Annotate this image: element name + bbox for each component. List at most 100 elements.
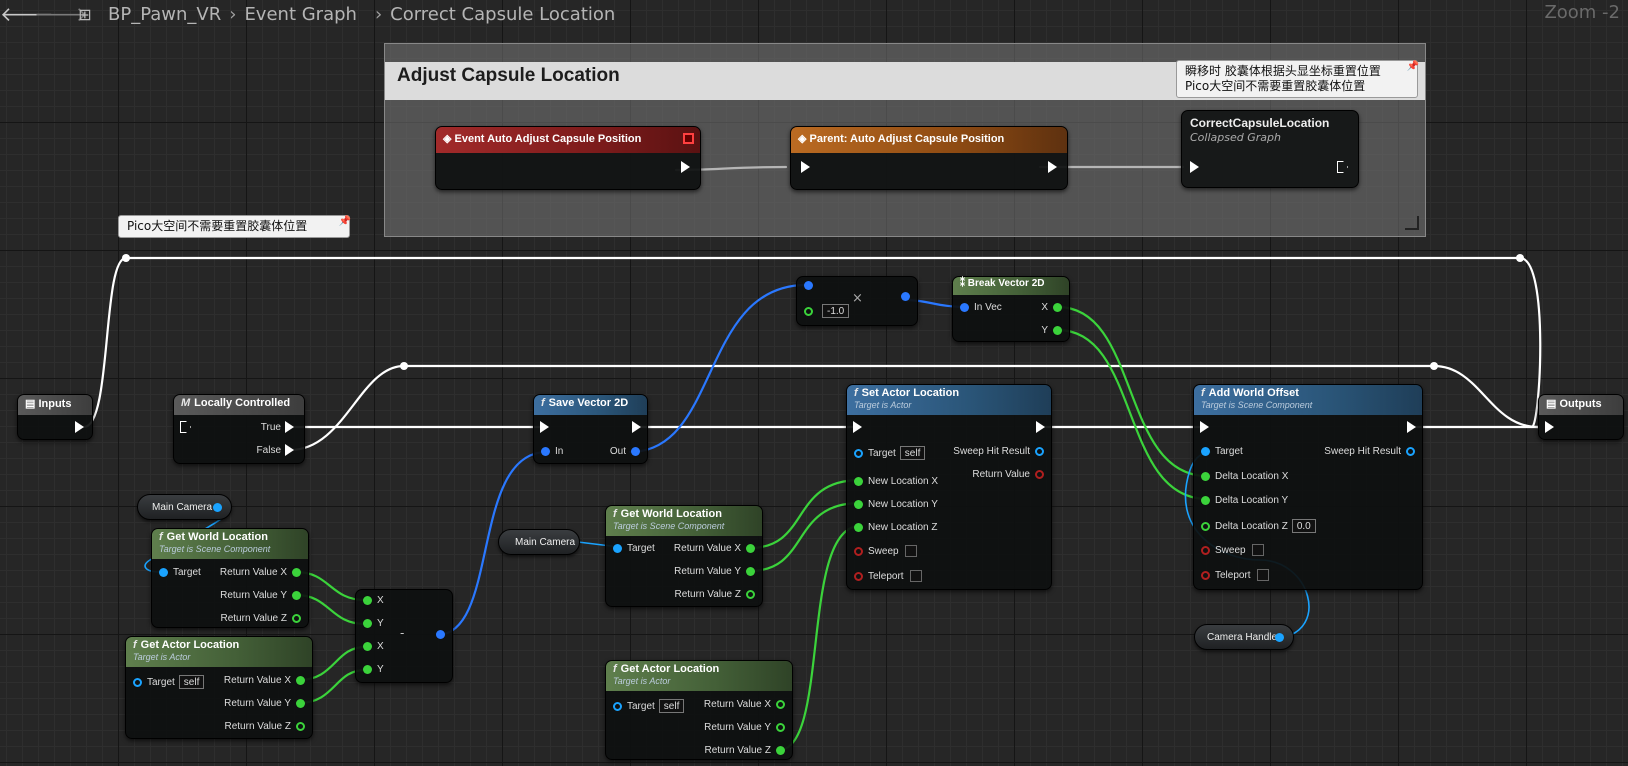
breadcrumb-blueprint[interactable]: BP_Pawn_VR [108,4,221,25]
delta-location-z-pin[interactable]: Delta Location Z 0.0 [1196,519,1316,533]
exec-in-pin[interactable] [536,421,553,433]
pin-icon[interactable]: 📌 [339,214,351,229]
exec-out-pin[interactable] [1403,421,1420,433]
exec-out-pin[interactable] [1044,161,1061,173]
new-location-z-pin[interactable]: New Location Z [849,522,937,533]
sweep-checkbox[interactable] [904,545,917,557]
teleport-checkbox[interactable] [909,570,922,582]
delta-location-x-pin[interactable]: Delta Location X [1196,471,1288,482]
set-actor-location-node[interactable]: f Set Actor Location Target is Actor Targe… [846,384,1052,590]
delta-z-value-field[interactable]: 0.0 [1291,519,1316,533]
scalar-in-pin[interactable]: -1.0 [799,304,850,318]
breadcrumb-event-graph[interactable]: Event Graph [244,4,357,25]
exec-out-pin[interactable] [628,421,645,433]
resize-handle[interactable] [1405,216,1419,230]
outputs-node[interactable]: ▤ Outputs [1538,394,1624,440]
target-pin[interactable]: Target self [128,675,205,689]
teleport-checkbox[interactable] [1256,569,1269,581]
collapsed-graph-node[interactable]: CorrectCapsuleLocation Collapsed Graph [1181,110,1359,188]
break-vector-2d-node[interactable]: ⁑ Break Vector 2D In Vec X Y [952,276,1070,342]
false-exec-pin[interactable]: False [257,444,298,456]
target-pin[interactable]: Target [1196,446,1243,457]
sweep-checkbox[interactable] [1251,544,1264,556]
sweep-hit-result-pin[interactable]: Sweep Hit Result [953,446,1049,457]
x2-pin[interactable]: X [358,641,384,652]
exec-in-pin[interactable] [1186,161,1203,173]
locally-controlled-node[interactable]: M Locally Controlled True False [173,394,305,464]
sweep-pin[interactable]: Sweep [849,545,917,557]
y-out-pin[interactable]: Y [1041,325,1067,336]
return-y-pin[interactable]: Return Value Y [674,566,760,577]
return-y-pin[interactable]: Return Value Y [224,698,310,709]
teleport-pin[interactable]: Teleport [849,570,922,582]
result-out-pin[interactable] [431,630,450,639]
y2-pin[interactable]: Y [358,664,384,675]
subtract-node[interactable]: X Y X Y - [355,589,453,683]
parent-auto-adjust-node[interactable]: ◈ Parent: Auto Adjust Capsule Position [790,126,1068,190]
exec-in-pin[interactable] [849,421,866,433]
pin-label: New Location Y [868,499,938,510]
exec-in-pin[interactable] [1541,421,1558,433]
inputs-node[interactable]: ▤ Inputs [17,394,93,440]
multiply-node[interactable]: -1.0 × [796,276,918,326]
breadcrumb-current-graph[interactable]: Correct Capsule Location [390,4,615,25]
main-camera-variable[interactable]: Main Camera [498,529,580,555]
exec-out-pin[interactable] [71,421,88,433]
true-exec-pin[interactable]: True [261,421,298,433]
new-location-y-pin[interactable]: New Location Y [849,499,938,510]
teleport-pin[interactable]: Teleport [1196,569,1269,581]
main-camera-variable[interactable]: Main Camera [137,494,232,520]
target-pin[interactable]: Target self [608,699,685,713]
return-x-pin[interactable]: Return Value X [220,567,306,578]
out-pin[interactable]: Out [610,446,645,457]
exec-out-pin[interactable] [1032,421,1049,433]
exec-out-pin[interactable] [1333,161,1352,173]
new-location-x-pin[interactable]: New Location X [849,476,938,487]
target-pin[interactable]: Target [154,567,201,578]
target-pin[interactable]: Target [608,543,655,554]
comment-bubble-reroute[interactable]: Pico大空间不需要重置胶囊体位置 📌 [118,214,351,238]
exec-out-pin[interactable] [677,161,694,173]
x-out-pin[interactable]: X [1041,302,1067,313]
camera-handle-variable[interactable]: Camera Handle [1194,624,1294,650]
comment-bubble-collapsed[interactable]: 瞬移时 胶囊体根据头显坐标重置位置 Pico大空间不需要重置胶囊体位置 📌 [1176,59,1419,98]
result-out-pin[interactable] [896,292,915,301]
exec-in-pin[interactable] [176,421,195,433]
get-world-location-node[interactable]: f Get World Location Target is Scene Compo… [151,528,309,628]
get-actor-location-node[interactable]: f Get Actor Location Target is Actor Targe… [605,660,793,760]
delegate-icon[interactable] [683,133,694,144]
add-world-offset-node[interactable]: f Add World Offset Target is Scene Compone… [1193,384,1423,590]
return-x-pin[interactable]: Return Value X [704,699,790,710]
return-y-pin[interactable]: Return Value Y [220,590,306,601]
sweep-hit-result-pin[interactable]: Sweep Hit Result [1324,446,1420,457]
forward-arrow-icon[interactable]: 🡒 [34,2,88,26]
return-z-pin[interactable]: Return Value Z [224,721,310,732]
in-vec-pin[interactable]: In Vec [955,302,1002,313]
target-value-field[interactable]: self [899,446,926,460]
scalar-value-field[interactable]: -1.0 [822,304,850,318]
return-value-pin[interactable]: Return Value [972,469,1049,480]
return-z-pin[interactable]: Return Value Z [220,613,306,624]
get-actor-location-node[interactable]: f Get Actor Location Target is Actor Targe… [125,636,313,739]
y1-pin[interactable]: Y [358,618,384,629]
return-z-pin[interactable]: Return Value Z [704,745,790,756]
exec-in-pin[interactable] [797,161,814,173]
pin-icon[interactable]: 📌 [1407,59,1419,74]
delta-location-y-pin[interactable]: Delta Location Y [1196,495,1288,506]
return-x-pin[interactable]: Return Value X [224,675,310,686]
exec-in-pin[interactable] [1196,421,1213,433]
target-value-field[interactable]: self [178,675,205,689]
return-y-pin[interactable]: Return Value Y [704,722,790,733]
return-z-pin[interactable]: Return Value Z [674,589,760,600]
target-value-field[interactable]: self [658,699,685,713]
return-x-pin[interactable]: Return Value X [674,543,760,554]
back-arrow-icon[interactable]: 🡐 [0,2,54,26]
save-vector-2d-node[interactable]: f Save Vector 2D In Out [533,394,648,464]
x1-pin[interactable]: X [358,595,384,606]
in-pin[interactable]: In [536,446,563,457]
event-auto-adjust-node[interactable]: ◈ Event Auto Adjust Capsule Position [435,126,701,190]
get-world-location-node[interactable]: f Get World Location Target is Scene Compo… [605,505,763,607]
vector-in-pin[interactable] [799,281,818,290]
sweep-pin[interactable]: Sweep [1196,544,1264,556]
target-pin[interactable]: Target self [849,446,926,460]
